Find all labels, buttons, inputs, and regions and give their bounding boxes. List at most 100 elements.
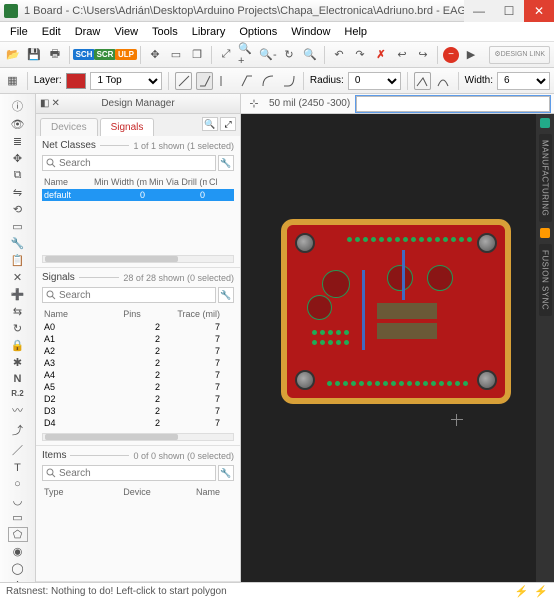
bend-style-3-icon[interactable] [259, 72, 276, 90]
mirror-icon[interactable]: ⇋ [9, 186, 27, 199]
zoom-fit-icon[interactable]: ⤢ [217, 46, 235, 64]
ulp-badge[interactable]: ULP [117, 46, 135, 64]
add-icon[interactable]: ➕ [9, 288, 27, 301]
dm-search-icon[interactable]: 🔍 [202, 117, 218, 131]
via-icon[interactable]: ◉ [9, 545, 27, 558]
sig-hdr-pins[interactable]: Pins [102, 309, 162, 319]
info-icon[interactable]: ⓘ [9, 98, 27, 114]
delete-icon[interactable]: ✕ [9, 271, 27, 284]
layers-icon[interactable]: ≣ [9, 135, 27, 148]
board-canvas[interactable]: MANUFACTURING FUSION SYNC [241, 114, 554, 582]
zoom-in-icon[interactable]: 🔍+ [238, 46, 256, 64]
items-search[interactable] [42, 465, 216, 481]
table-row[interactable]: A427 [42, 369, 234, 381]
netclasses-settings-icon[interactable]: 🔧 [218, 155, 234, 171]
bend-style-4-icon[interactable] [280, 72, 297, 90]
menu-draw[interactable]: Draw [69, 26, 107, 38]
arc-icon[interactable]: ◡ [9, 494, 27, 507]
menu-view[interactable]: View [108, 26, 144, 38]
cursor-icon[interactable]: ✥ [146, 46, 164, 64]
table-row[interactable]: A327 [42, 357, 234, 369]
rotate-icon[interactable]: ⟲ [9, 203, 27, 216]
menu-edit[interactable]: Edit [36, 26, 67, 38]
sig-hdr-trace[interactable]: Trace (mil) [162, 309, 222, 319]
layer-color-swatch[interactable] [66, 73, 87, 89]
zoom-redraw-icon[interactable]: ↻ [280, 46, 298, 64]
route-icon[interactable]: 〰 [9, 402, 27, 418]
print-icon[interactable]: 🖶 [46, 46, 64, 64]
box-icon[interactable]: ▭ [167, 46, 185, 64]
bend-style-1-icon[interactable] [196, 72, 213, 90]
scr-badge[interactable]: SCR [96, 46, 114, 64]
dm-float-icon[interactable]: ◧ [40, 98, 49, 109]
rect-icon[interactable]: ▭ [9, 511, 27, 524]
polygon-selected-icon[interactable]: ⬠ [9, 528, 27, 541]
command-input[interactable] [356, 96, 550, 112]
fwd-icon[interactable]: ↪ [414, 46, 432, 64]
dm-close-icon[interactable]: ✕ [51, 98, 59, 109]
circle-icon[interactable]: ○ [9, 478, 27, 490]
miter-straight-icon[interactable] [414, 72, 431, 90]
coord-type-icon[interactable]: ⊹ [245, 95, 263, 113]
zoom-select-icon[interactable]: 🔍 [301, 46, 319, 64]
value-text-icon[interactable]: R.2 [9, 389, 27, 398]
tab-manufacturing[interactable]: MANUFACTURING [539, 134, 552, 222]
nc-hdr-name[interactable]: Name [42, 177, 92, 187]
signals-settings-icon[interactable]: 🔧 [218, 287, 234, 303]
tab-signals[interactable]: Signals [100, 118, 155, 136]
swap-icon[interactable]: ✗ [372, 46, 390, 64]
table-row[interactable]: D427 [42, 417, 234, 429]
menu-library[interactable]: Library [186, 26, 232, 38]
dm-expand-icon[interactable]: ⤢ [220, 117, 236, 131]
sig-hdr-name[interactable]: Name [42, 309, 102, 319]
signals-search[interactable] [42, 287, 216, 303]
hole-icon[interactable]: ◯ [9, 562, 27, 575]
menu-tools[interactable]: Tools [146, 26, 184, 38]
grid-icon[interactable]: ▦ [4, 72, 21, 90]
pinswap-icon[interactable]: ⇆ [9, 305, 27, 318]
replace-icon[interactable]: ↻ [9, 322, 27, 335]
table-row[interactable]: A027 [42, 321, 234, 333]
window-minimize-button[interactable]: — [464, 0, 494, 22]
table-row[interactable]: D327 [42, 405, 234, 417]
mfg-dot-icon[interactable] [540, 118, 550, 128]
nc-hdr-minw[interactable]: Min Width (mil) [92, 177, 147, 187]
sig-horiz-scrollbar[interactable] [42, 433, 234, 441]
text-icon[interactable]: T [9, 462, 27, 474]
move-icon[interactable]: ✥ [9, 152, 27, 165]
table-row[interactable]: A527 [42, 381, 234, 393]
netclasses-search[interactable] [42, 155, 216, 171]
show-icon[interactable]: 👁 [9, 118, 27, 131]
go-icon[interactable]: ▶ [462, 46, 480, 64]
ripup-icon[interactable]: ⤴ [9, 422, 27, 438]
items-hdr-device[interactable]: Device [102, 487, 172, 497]
nc-hdr-mind[interactable]: Min Via Drill (mil) [147, 177, 207, 187]
nc-horiz-scrollbar[interactable] [42, 255, 234, 263]
bend-style-7-icon[interactable] [217, 72, 234, 90]
power-icon[interactable]: ⚡ [515, 585, 529, 598]
bend-style-0-icon[interactable] [175, 72, 192, 90]
table-row[interactable]: A227 [42, 345, 234, 357]
table-row[interactable]: A127 [42, 333, 234, 345]
table-row[interactable]: default 0 0 [42, 189, 234, 201]
stop-icon[interactable]: − [443, 47, 459, 63]
items-settings-icon[interactable]: 🔧 [218, 465, 234, 481]
windows-icon[interactable]: ❐ [188, 46, 206, 64]
tab-devices[interactable]: Devices [40, 118, 98, 136]
bend-style-2-icon[interactable] [238, 72, 255, 90]
group-icon[interactable]: ▭ [9, 220, 27, 233]
wire-icon[interactable]: ／ [9, 442, 27, 458]
window-close-button[interactable]: ✕ [524, 0, 554, 22]
sync-dot-icon[interactable] [540, 228, 550, 238]
menu-window[interactable]: Window [285, 26, 336, 38]
nc-hdr-cl[interactable]: Cl [207, 177, 227, 187]
cam-badge[interactable]: SCH [75, 46, 93, 64]
name-icon[interactable]: N [9, 373, 27, 385]
change-icon[interactable]: 🔧 [9, 237, 27, 250]
menu-file[interactable]: File [4, 26, 34, 38]
open-icon[interactable]: 📂 [4, 46, 22, 64]
miter-round-icon[interactable] [435, 72, 452, 90]
menu-options[interactable]: Options [233, 26, 283, 38]
smash-icon[interactable]: ✱ [9, 356, 27, 369]
lock-icon[interactable]: 🔒 [9, 339, 27, 352]
